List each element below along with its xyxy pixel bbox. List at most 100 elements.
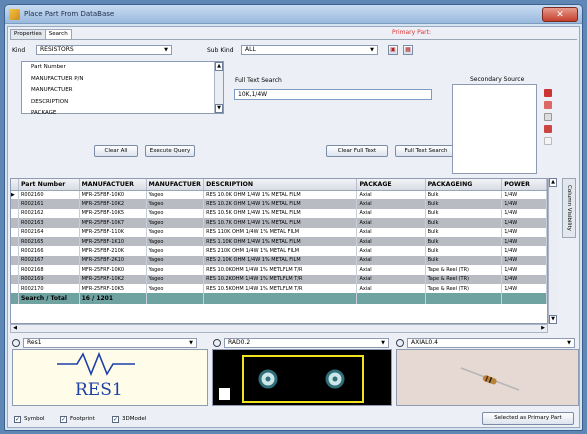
table-cell: MFR-25FRF-10K5 (79, 283, 147, 294)
execute-query-button[interactable]: Execute Query (145, 145, 195, 157)
total-label: Search / Total (18, 293, 80, 305)
subkind-label: Sub Kind (207, 47, 234, 54)
document-icon[interactable] (544, 113, 552, 121)
column-header[interactable]: MANUFACTUER (79, 179, 147, 191)
column-header[interactable]: PACKAGEING (425, 179, 503, 191)
grid-header-row: Part Number MANUFACTUER MANUFACTUER DESC… (11, 179, 547, 191)
symbol-combo[interactable]: Res1 ▼ (23, 337, 197, 348)
grid-vscroll[interactable]: ▲ ▼ (548, 178, 557, 324)
subkind-select[interactable]: ALL ▼ (241, 45, 378, 55)
total-row: Search / Total 16 / 1201 (11, 293, 547, 305)
row-marker (11, 283, 19, 294)
table-cell: RES 110K OHM 1/4W 1% METAL FILM (203, 227, 358, 237)
table-cell: RES 10.5KOHM 1/4W 1% METLFLM T/R (203, 283, 358, 294)
table-row[interactable]: R002166 MFR-25FBF-210K Yageo RES 210K OHM 1… (11, 246, 547, 256)
table-cell: 1/4W (501, 265, 547, 275)
model-combo[interactable]: AXIAL0.4 ▼ (407, 337, 575, 348)
table-cell: Yageo (146, 274, 205, 284)
magnifier-icon[interactable] (213, 338, 221, 347)
grid-hscroll[interactable]: ◀ ▶ (10, 324, 548, 333)
column-header[interactable]: DESCRIPTION (203, 179, 358, 191)
selected-as-primary-button[interactable]: Selected as Primary Part (482, 412, 574, 425)
table-row[interactable]: R002168 MFR-25FRF-10K0 Yageo RES 10.0KOHM 1… (11, 265, 547, 275)
table-row[interactable]: R002167 MFR-25FBF-2K10 Yageo RES 2.10K OHM … (11, 255, 547, 266)
full-text-search-label: Full Text Search (235, 77, 282, 84)
model-combo-value: AXIAL0.4 (411, 338, 438, 346)
row-marker (11, 236, 19, 247)
blank-icon[interactable] (544, 137, 552, 145)
chevron-down-icon: ▼ (189, 339, 193, 346)
table-row[interactable]: R002162 MFR-25FBF-10K5 Yageo RES 10.5K OHM … (11, 208, 547, 219)
scroll-left-icon[interactable]: ◀ (11, 325, 19, 332)
magnifier-icon[interactable] (12, 338, 20, 347)
column-visibility-tab[interactable]: Column Visibility (562, 178, 576, 238)
table-cell: 1/4W (501, 236, 547, 247)
table-row[interactable]: R002161 MFR-25FBF-10K2 Yageo RES 10.2K OHM … (11, 199, 547, 209)
table-cell: Yageo (146, 199, 205, 209)
remove-icon[interactable] (544, 101, 552, 109)
subkind-value: ALL (245, 46, 256, 53)
column-header[interactable]: MANUFACTUER (146, 179, 205, 191)
table-cell: Yageo (146, 227, 205, 237)
scroll-up-icon[interactable]: ▲ (549, 178, 557, 187)
table-cell: Yageo (146, 283, 205, 294)
footprint-combo[interactable]: RAD0.2 ▼ (224, 337, 389, 348)
column-header[interactable]: Part Number (18, 179, 80, 191)
table-cell: Bulk (425, 236, 503, 247)
footprint-preview (212, 349, 392, 406)
full-text-search-button[interactable]: Full Text Search (395, 145, 457, 157)
column-header[interactable]: PACKAGE (356, 179, 426, 191)
table-cell: R002162 (18, 208, 80, 219)
table-cell: Axial (356, 265, 426, 275)
list-item[interactable]: MANUFACTUER (22, 85, 223, 97)
symbol-preview-bar: Res1 ▼ (12, 337, 204, 348)
field-listbox[interactable]: Part Number MANUFACTUER P/N MANUFACTUER … (21, 61, 224, 116)
add-icon[interactable] (544, 89, 552, 97)
magnifier-icon[interactable] (396, 338, 404, 347)
secondary-source-box[interactable] (452, 84, 537, 174)
tab-properties[interactable]: Properties (10, 29, 46, 39)
table-row[interactable]: ▶ R002160 MFR-25FBF-10K0 Yageo RES 10.0K OHM… (11, 190, 547, 200)
table-cell: R002160 (18, 190, 80, 200)
close-button[interactable]: ✕ (542, 7, 578, 22)
footprint-preview-bar: RAD0.2 ▼ (213, 337, 393, 348)
table-row[interactable]: R002164 MFR-25FBF-110K Yageo RES 110K OHM 1… (11, 227, 547, 237)
clear-full-text-button[interactable]: Clear Full Text (326, 145, 388, 157)
3dmodel-checkbox[interactable]: ✓ 3DModel (112, 415, 146, 423)
list-item[interactable]: Part Number (22, 62, 223, 74)
chevron-down-icon: ▼ (370, 47, 374, 53)
table-row[interactable]: R002169 MFR-25FRF-10K2 Yageo RES 10.2KOHM 1… (11, 274, 547, 284)
footprint-checkbox[interactable]: ✓ Footprint (60, 415, 95, 423)
save-icon[interactable]: ▦ (403, 45, 413, 55)
table-cell: Bulk (425, 227, 503, 237)
table-row[interactable]: R002163 MFR-25FBF-10K7 Yageo RES 10.7K OHM … (11, 218, 547, 228)
list-item[interactable]: MANUFACTUER P/N (22, 74, 223, 86)
total-blank (146, 293, 205, 305)
full-text-search-input[interactable]: 10K,1/4W (234, 89, 432, 100)
results-grid[interactable]: Part Number MANUFACTUER MANUFACTUER DESC… (10, 178, 548, 324)
delete-icon[interactable] (544, 125, 552, 133)
clear-all-button[interactable]: Clear All (94, 145, 138, 157)
model-preview-bar: AXIAL0.4 ▼ (396, 337, 579, 348)
table-cell: 1/4W (501, 199, 547, 209)
kind-select[interactable]: RESISTORS ▼ (36, 45, 172, 55)
footprint-graphic (219, 355, 364, 403)
table-cell: RES 1.10K OHM 1/4W 1% METAL FILM (203, 236, 358, 247)
total-blank (356, 293, 426, 305)
scroll-down-icon[interactable]: ▼ (549, 315, 557, 324)
table-cell: RES 10.0KOHM 1/4W 1% METLFLM T/R (203, 265, 358, 275)
table-row[interactable]: R002165 MFR-25FBF-1K10 Yageo RES 1.10K OHM … (11, 236, 547, 247)
list-item[interactable]: PACKAGE (22, 108, 223, 120)
check-icon: ✓ (112, 415, 119, 423)
symbol-checkbox[interactable]: ✓ Symbol (14, 415, 45, 423)
scroll-up-icon[interactable]: ▲ (215, 62, 223, 71)
table-cell: Tape & Reel (TR) (425, 274, 503, 284)
list-scrollbar[interactable]: ▲ ▼ (214, 62, 223, 113)
scroll-down-icon[interactable]: ▼ (215, 104, 223, 113)
copy-icon[interactable]: ▣ (388, 45, 398, 55)
scroll-right-icon[interactable]: ▶ (539, 325, 547, 332)
table-row[interactable]: R002170 MFR-25FRF-10K5 Yageo RES 10.5KOHM 1… (11, 283, 547, 294)
column-header[interactable]: POWER (501, 179, 547, 191)
table-cell: Tape & Reel (TR) (425, 283, 503, 294)
list-item[interactable]: DESCRIPTION (22, 97, 223, 109)
